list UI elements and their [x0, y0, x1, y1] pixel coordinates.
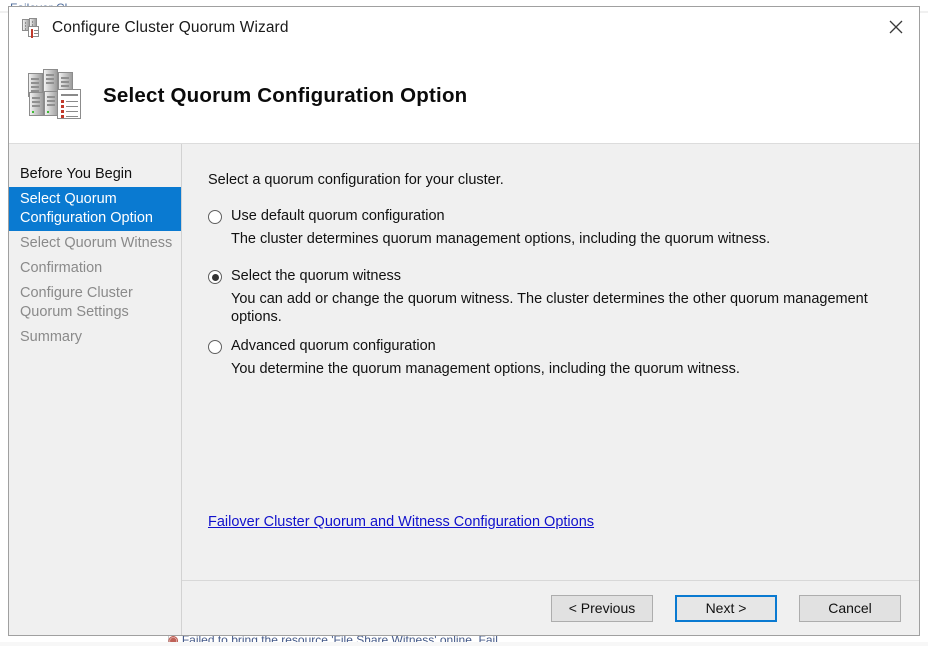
page-title: Select Quorum Configuration Option [103, 84, 468, 107]
option-label: Advanced quorum configuration [231, 338, 436, 354]
option-select-the-quorum-witness[interactable]: Select the quorum witness [208, 268, 893, 285]
cluster-servers-icon [27, 67, 85, 125]
radio-select-the-quorum-witness[interactable] [208, 270, 222, 284]
option-description: You determine the quorum management opti… [231, 361, 740, 377]
sidebar-item-label: Before You Begin [20, 166, 133, 182]
sidebar-item-label: Summary [20, 329, 83, 345]
header-banner: Select Quorum Configuration Option [9, 49, 919, 144]
option-description: You can add or change the quorum witness… [231, 291, 868, 325]
option-description: The cluster determines quorum management… [231, 231, 771, 247]
option-use-default-quorum-configuration[interactable]: Use default quorum configuration [208, 208, 893, 225]
sidebar-item-summary[interactable]: Summary [9, 325, 181, 350]
next-button[interactable]: Next > [675, 594, 777, 622]
sidebar-item-select-quorum-configuration-option[interactable]: Select Quorum Configuration Option [9, 187, 181, 231]
wizard-body: Before You Begin Select Quorum Configura… [9, 144, 919, 635]
sidebar-item-label: Confirmation [20, 260, 103, 276]
sidebar-item-label: Select Quorum Configuration Option [20, 191, 153, 226]
dialog-footer: < Previous Next > Cancel [182, 580, 919, 635]
sidebar-item-label: Configure Cluster Quorum Settings [20, 285, 133, 320]
window-title: Configure Cluster Quorum Wizard [52, 19, 289, 36]
configure-cluster-quorum-wizard-dialog: Configure Cluster Quorum Wizard Select Q… [8, 6, 920, 636]
background-bottom-strip [0, 642, 928, 646]
option-label: Use default quorum configuration [231, 208, 445, 224]
document-shape [57, 89, 81, 119]
title-bar: Configure Cluster Quorum Wizard [9, 7, 919, 49]
sidebar-item-select-quorum-witness[interactable]: Select Quorum Witness [9, 231, 181, 256]
server-shape [29, 92, 44, 116]
cluster-icon [22, 18, 42, 38]
close-icon[interactable] [873, 7, 919, 47]
document-shape [28, 26, 39, 38]
cancel-button[interactable]: Cancel [799, 594, 901, 622]
option-label: Select the quorum witness [231, 268, 402, 284]
intro-text: Select a quorum configuration for your c… [208, 172, 504, 188]
sidebar-item-before-you-begin[interactable]: Before You Begin [9, 162, 181, 187]
server-shape [43, 69, 58, 93]
radio-use-default-quorum-configuration[interactable] [208, 210, 222, 224]
option-advanced-quorum-configuration[interactable]: Advanced quorum configuration [208, 338, 893, 355]
wizard-step-sidebar: Before You Begin Select Quorum Configura… [9, 144, 181, 635]
previous-button[interactable]: < Previous [551, 594, 653, 622]
content-inner: Select a quorum configuration for your c… [182, 144, 919, 580]
sidebar-item-confirmation[interactable]: Confirmation [9, 256, 181, 281]
radio-advanced-quorum-configuration[interactable] [208, 340, 222, 354]
quorum-documentation-link[interactable]: Failover Cluster Quorum and Witness Conf… [208, 514, 594, 530]
sidebar-item-configure-cluster-quorum-settings[interactable]: Configure Cluster Quorum Settings [9, 281, 181, 325]
content-pane: Select a quorum configuration for your c… [181, 144, 919, 635]
sidebar-item-label: Select Quorum Witness [20, 235, 173, 251]
